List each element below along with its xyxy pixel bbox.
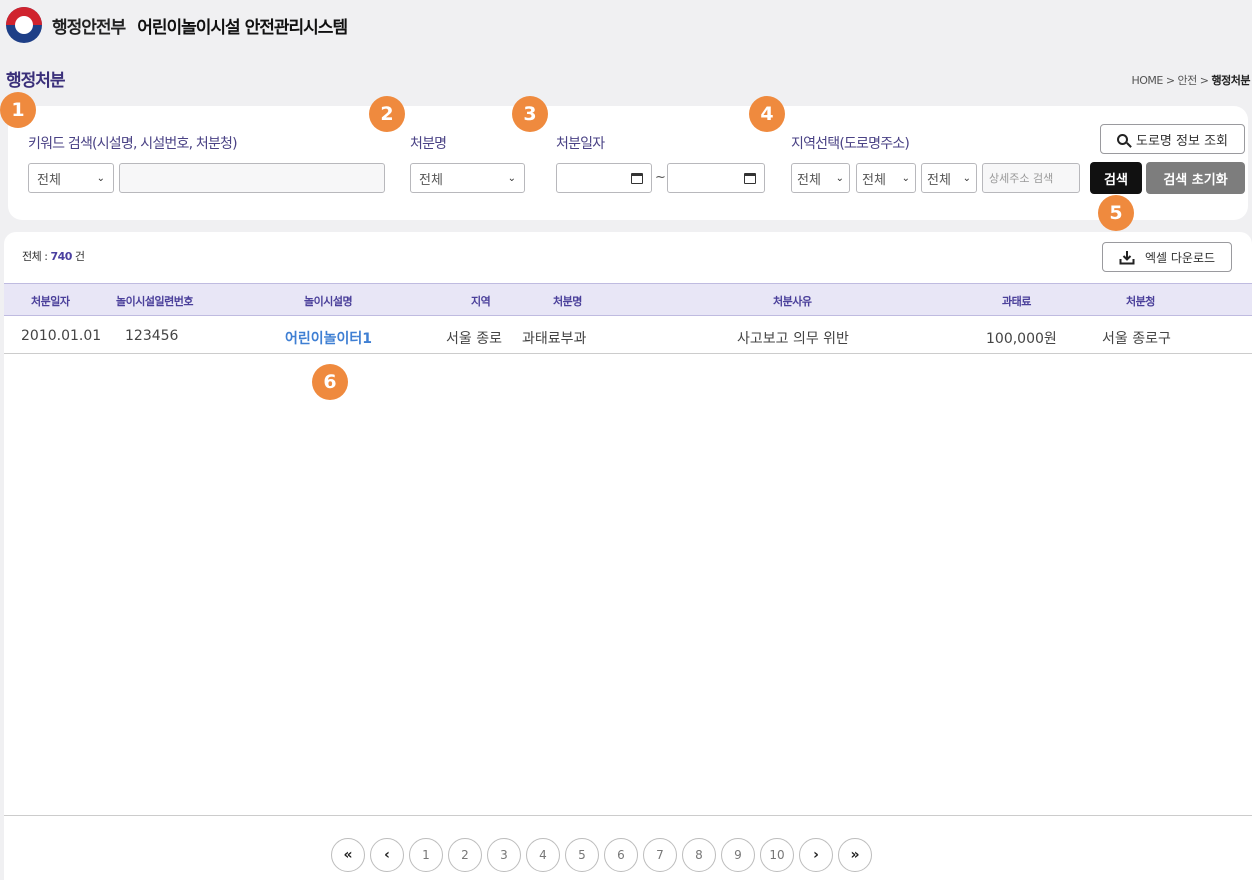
disposition-date-label: 처분일자 — [556, 136, 605, 152]
cell-region: 서울 종로 — [446, 331, 502, 347]
keyword-type-value: 전체 — [37, 172, 61, 188]
disposition-label: 처분명 — [410, 136, 447, 152]
column-header: 처분청 — [1126, 295, 1155, 308]
excel-download-button[interactable]: 엑셀 다운로드 — [1102, 242, 1232, 272]
breadcrumb-home[interactable]: HOME — [1131, 74, 1163, 87]
disposition-select[interactable]: 전체 ⌄ — [410, 163, 525, 193]
first-page-button[interactable]: « — [331, 838, 365, 872]
breadcrumb-separator: > — [1165, 74, 1175, 87]
ministry-name: 행정안전부 — [52, 17, 126, 38]
total-label: 전체 : — [22, 250, 48, 263]
region-label: 지역선택(도로명주소) — [791, 136, 910, 152]
breadcrumb-current: 행정처분 — [1211, 74, 1251, 87]
region-sigungu-select[interactable]: 전체 ⌄ — [856, 163, 916, 193]
end-date-input[interactable] — [667, 163, 765, 193]
cell-fine: 100,000원 — [986, 331, 1057, 347]
detail-address-input[interactable]: 상세주소 검색 — [982, 163, 1080, 193]
page-button[interactable]: 8 — [682, 838, 716, 872]
column-header: 놀이시설명 — [304, 295, 353, 308]
date-range-separator: ~ — [655, 170, 666, 185]
column-header: 과태료 — [1002, 295, 1031, 308]
region-sido-value: 전체 — [797, 172, 821, 188]
calendar-icon[interactable] — [744, 172, 756, 184]
keyword-type-select[interactable]: 전체 ⌄ — [28, 163, 114, 193]
total-count: 전체 : 740 건 — [22, 248, 85, 264]
next-page-button[interactable]: › — [799, 838, 833, 872]
annotation-badge-3: 3 — [512, 96, 548, 132]
chevron-down-icon: ⌄ — [507, 172, 516, 184]
government-emblem-icon — [6, 7, 42, 43]
annotation-badge-1: 1 — [0, 92, 36, 128]
keyword-input[interactable] — [119, 163, 385, 193]
excel-download-label: 엑셀 다운로드 — [1144, 250, 1216, 265]
page-title: 행정처분 — [6, 71, 66, 91]
cell-authority: 서울 종로구 — [1102, 331, 1171, 347]
breadcrumb: HOME > 안전 > 행정처분 — [1131, 72, 1250, 88]
last-page-button[interactable]: » — [838, 838, 872, 872]
facility-name-link[interactable]: 어린이놀이터1 — [285, 328, 372, 348]
annotation-badge-4: 4 — [749, 96, 785, 132]
download-icon — [1119, 250, 1135, 264]
system-name[interactable]: 어린이놀이시설 안전관리시스템 — [137, 13, 348, 38]
annotation-badge-5: 5 — [1098, 195, 1134, 231]
search-button[interactable]: 검색 — [1090, 162, 1142, 194]
region-dong-select[interactable]: 전체 ⌄ — [921, 163, 977, 193]
chevron-down-icon: ⌄ — [96, 172, 105, 184]
region-sido-select[interactable]: 전체 ⌄ — [791, 163, 850, 193]
cell-disposition: 과태료부과 — [522, 331, 587, 347]
keyword-search-label: 키워드 검색(시설명, 시설번호, 처분청) — [28, 136, 238, 152]
reset-search-button[interactable]: 검색 초기화 — [1146, 162, 1245, 194]
region-sigungu-value: 전체 — [862, 172, 886, 188]
column-header: 놀이시설일련번호 — [116, 295, 193, 308]
page-button[interactable]: 5 — [565, 838, 599, 872]
annotation-badge-2: 2 — [369, 96, 405, 132]
page-button[interactable]: 3 — [487, 838, 521, 872]
search-icon — [1117, 133, 1128, 145]
table-header: 처분일자 놀이시설일련번호 놀이시설명 지역 처분명 처분사유 과태료 처분청 — [4, 283, 1252, 316]
page-button[interactable]: 4 — [526, 838, 560, 872]
top-header: 행정안전부 어린이놀이시설 안전관리시스템 — [0, 0, 1252, 50]
prev-page-button[interactable]: ‹ — [370, 838, 404, 872]
cell-date: 2010.01.01 — [21, 328, 102, 344]
column-header: 처분명 — [553, 295, 582, 308]
table-row: 2010.01.01 123456 어린이놀이터1 서울 종로 과태료부과 사고… — [4, 317, 1252, 354]
chevron-down-icon: ⌄ — [962, 172, 971, 184]
total-unit: 건 — [74, 250, 85, 263]
page-button[interactable]: 9 — [721, 838, 755, 872]
total-number: 740 — [50, 250, 72, 263]
column-header: 지역 — [471, 295, 491, 308]
calendar-icon[interactable] — [631, 172, 643, 184]
page-button[interactable]: 7 — [643, 838, 677, 872]
breadcrumb-separator: > — [1199, 74, 1209, 87]
chevron-down-icon: ⌄ — [901, 172, 910, 184]
road-info-button-label: 도로명 정보 조회 — [1136, 133, 1228, 149]
pagination: « ‹ 1 2 3 4 5 6 7 8 9 10 › » — [331, 838, 872, 872]
column-header: 처분일자 — [31, 295, 70, 308]
disposition-value: 전체 — [419, 172, 443, 188]
page-button[interactable]: 6 — [604, 838, 638, 872]
cell-serial: 123456 — [125, 328, 179, 344]
start-date-input[interactable] — [556, 163, 652, 193]
column-header: 처분사유 — [773, 295, 812, 308]
annotation-badge-6: 6 — [312, 364, 348, 400]
page-button[interactable]: 2 — [448, 838, 482, 872]
pagination-divider — [4, 815, 1252, 816]
page-button[interactable]: 1 — [409, 838, 443, 872]
chevron-down-icon: ⌄ — [835, 172, 844, 184]
page-button[interactable]: 10 — [760, 838, 794, 872]
road-info-button[interactable]: 도로명 정보 조회 — [1100, 124, 1245, 154]
breadcrumb-safety[interactable]: 안전 — [1178, 74, 1198, 87]
cell-reason: 사고보고 의무 위반 — [737, 331, 849, 347]
region-dong-value: 전체 — [927, 172, 951, 188]
